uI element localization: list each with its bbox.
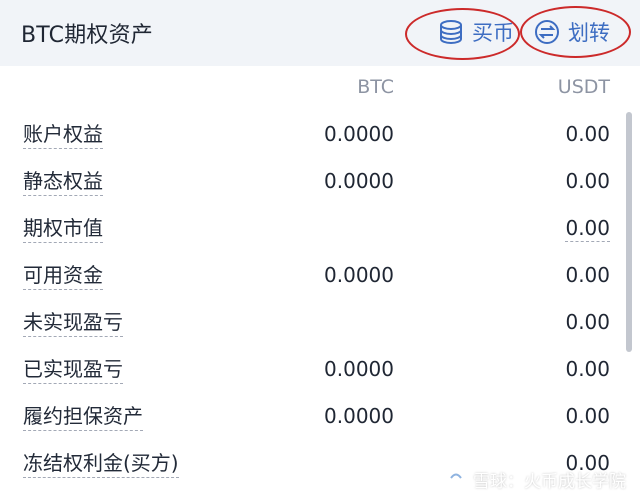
btc-value: 0.0000 [324, 169, 394, 193]
transfer-label: 划转 [568, 21, 610, 45]
snowball-logo-icon [445, 466, 467, 493]
row-label[interactable]: 静态权益 [23, 168, 103, 196]
btc-value: 0.0000 [324, 357, 394, 381]
vertical-scrollbar[interactable] [626, 112, 632, 352]
page-title: BTC期权资产 [21, 23, 154, 48]
table-row: 已实现盈亏 0.0000 0.00 [0, 356, 640, 396]
header-bar: BTC期权资产 买币 划转 [0, 0, 640, 66]
btc-value: 0.0000 [324, 404, 394, 428]
row-label[interactable]: 冻结权利金(买方) [23, 450, 179, 478]
table-row: 履约担保资产 0.0000 0.00 [0, 403, 640, 443]
row-label[interactable]: 可用资金 [23, 262, 103, 290]
usdt-value: 0.00 [565, 310, 610, 334]
usdt-value: 0.00 [565, 357, 610, 381]
buy-coin-label: 买币 [472, 21, 514, 45]
coin-stack-icon [438, 19, 464, 45]
table-row: 未实现盈亏 0.00 [0, 309, 640, 349]
table-row: 静态权益 0.0000 0.00 [0, 168, 640, 208]
usdt-value[interactable]: 0.00 [565, 215, 610, 242]
table-row: 可用资金 0.0000 0.00 [0, 262, 640, 302]
table-row: 期权市值 0.00 [0, 215, 640, 255]
btc-value: 0.0000 [324, 263, 394, 287]
usdt-value: 0.00 [565, 169, 610, 193]
btc-value: 0.0000 [324, 122, 394, 146]
buy-coin-button[interactable]: 买币 [438, 14, 514, 50]
row-label[interactable]: 履约担保资产 [23, 403, 143, 431]
usdt-value: 0.00 [565, 404, 610, 428]
column-header-btc: BTC [357, 76, 394, 98]
row-label[interactable]: 期权市值 [23, 215, 103, 243]
usdt-value: 0.00 [565, 263, 610, 287]
row-label[interactable]: 已实现盈亏 [23, 356, 123, 384]
usdt-value: 0.00 [565, 122, 610, 146]
table-row: 账户权益 0.0000 0.00 [0, 121, 640, 161]
watermark: 雪球：火币成长学院 [445, 466, 626, 493]
transfer-button[interactable]: 划转 [534, 14, 610, 50]
row-label[interactable]: 账户权益 [23, 121, 103, 149]
exchange-arrows-icon [534, 19, 560, 45]
column-header-usdt: USDT [557, 76, 610, 98]
watermark-text: 雪球：火币成长学院 [473, 472, 626, 492]
row-label[interactable]: 未实现盈亏 [23, 309, 123, 337]
